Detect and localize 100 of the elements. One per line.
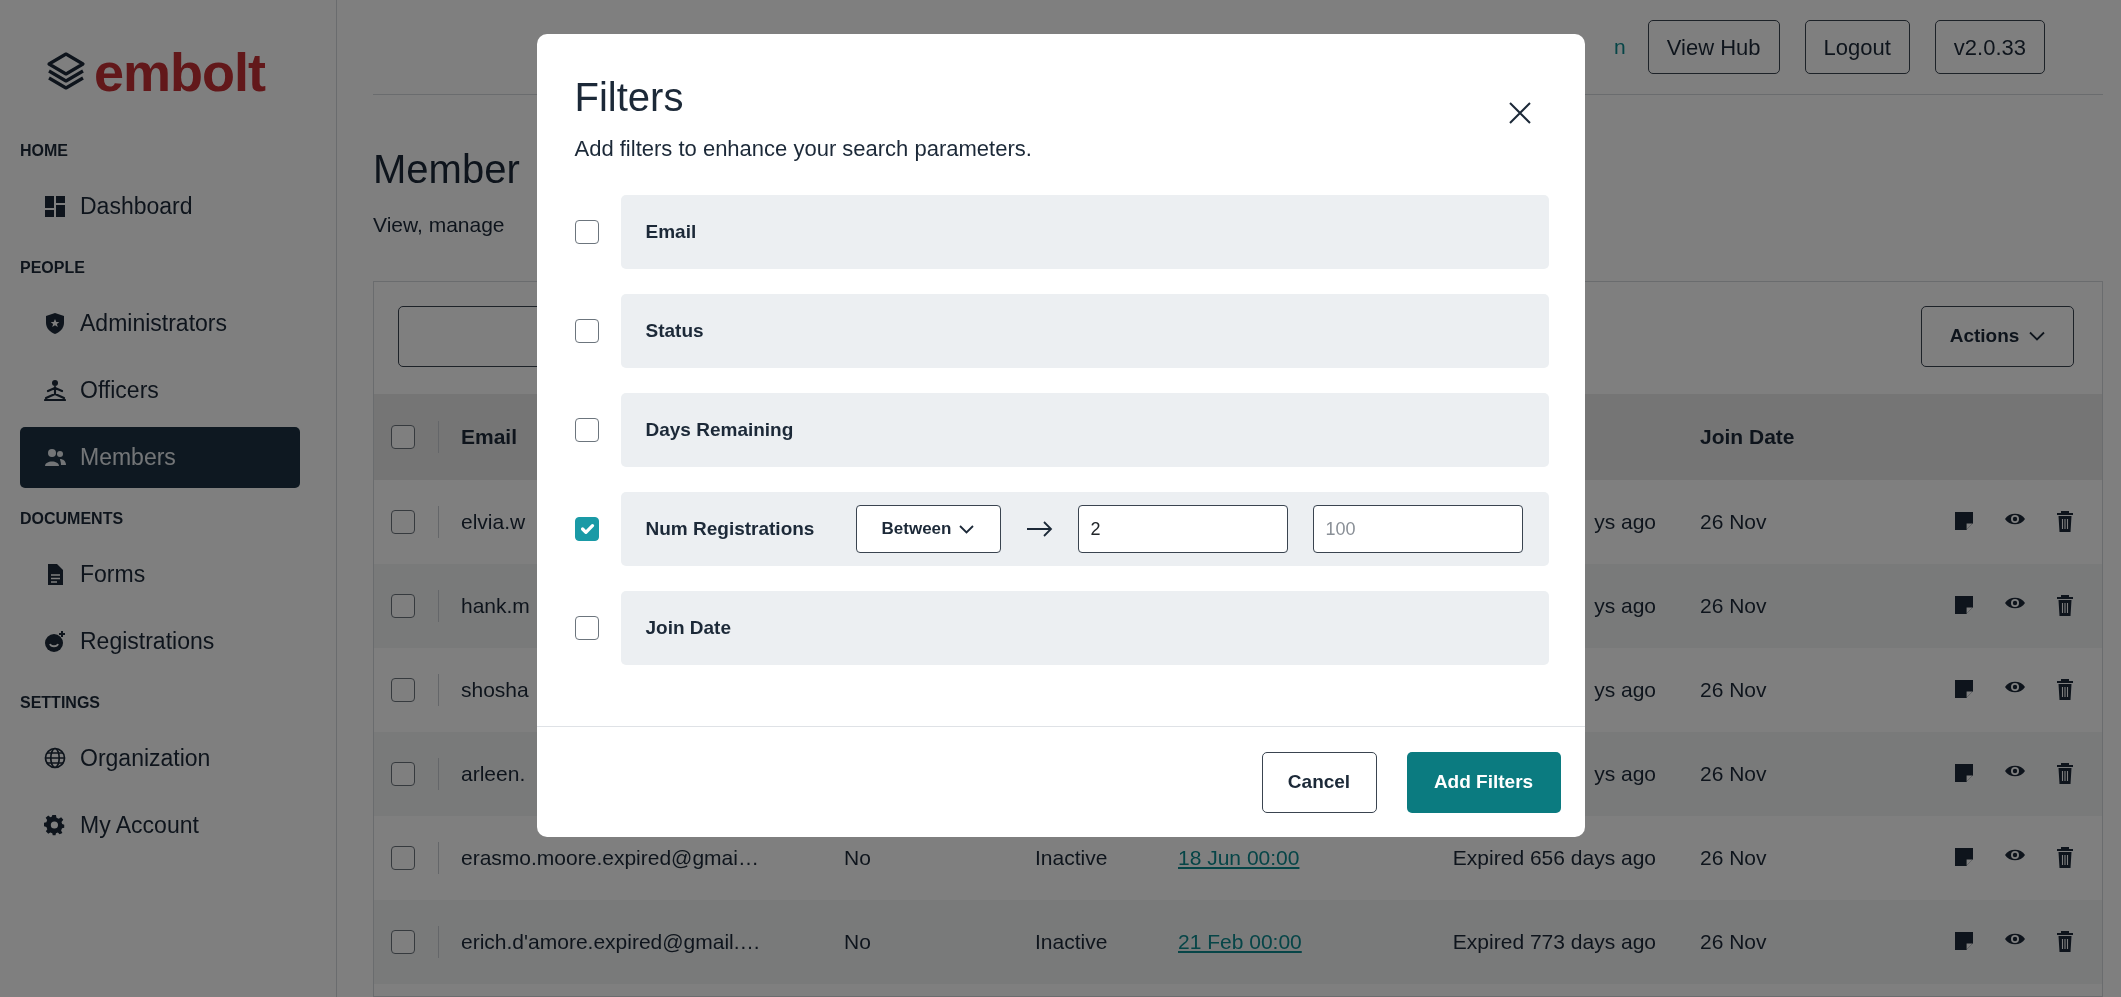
note-icon[interactable] xyxy=(1954,511,1974,531)
expiry-text: ys ago xyxy=(1594,593,1656,617)
row-checkbox[interactable] xyxy=(391,593,415,618)
eye-icon[interactable] xyxy=(2004,763,2026,779)
eye-icon[interactable] xyxy=(2004,595,2026,611)
row-checkbox[interactable] xyxy=(391,677,415,702)
sidebar-item[interactable]: Members xyxy=(20,427,300,488)
logo-text: embolt xyxy=(94,45,265,99)
filter-checkbox[interactable] xyxy=(574,220,599,244)
filter-label: Status xyxy=(645,318,705,343)
eye-icon[interactable] xyxy=(2004,511,2026,527)
dialog-subtitle: Add filters to enhance your search parameters. xyxy=(574,135,1032,163)
status-text: Inactive xyxy=(1035,929,1108,953)
trash-icon[interactable] xyxy=(2056,763,2074,784)
select-all-checkbox[interactable] xyxy=(391,424,415,449)
dialog-title: Filters xyxy=(574,74,684,121)
page-title: Member xyxy=(373,146,520,193)
trash-icon[interactable] xyxy=(2056,679,2074,700)
email-text: erich.d'amore.expired@gmail.… xyxy=(461,929,761,953)
column-header: Join Date xyxy=(1700,424,1795,448)
operator-select[interactable]: Between xyxy=(855,505,1001,553)
date-link[interactable]: 18 Jun 00:00 xyxy=(1178,845,1300,869)
eye-icon[interactable] xyxy=(2004,847,2026,863)
shield-icon xyxy=(44,312,66,335)
join-date-text: 26 Nov xyxy=(1700,761,1767,785)
sidebar-item[interactable]: Registrations xyxy=(20,611,300,672)
sidebar-item[interactable]: Administrators xyxy=(20,293,300,354)
eye-icon[interactable] xyxy=(2004,931,2026,947)
note-icon[interactable] xyxy=(1954,763,1974,783)
filter-checkbox[interactable] xyxy=(574,319,599,343)
expiry-text: Expired 773 days ago xyxy=(1452,929,1656,953)
email-text: shosha xyxy=(461,677,529,701)
close-button[interactable] xyxy=(1506,100,1533,126)
eye-icon[interactable] xyxy=(2004,679,2026,695)
row-checkbox[interactable] xyxy=(391,509,415,534)
status-text: Inactive xyxy=(1035,845,1108,869)
join-date-text: 26 Nov xyxy=(1700,509,1767,533)
expiry-text: ys ago xyxy=(1594,761,1656,785)
note-icon[interactable] xyxy=(1954,679,1974,699)
join-date-text: 26 Nov xyxy=(1700,677,1767,701)
circle-plus-icon xyxy=(44,630,66,653)
email-text: erasmo.moore.expired@gmai… xyxy=(461,845,759,869)
filter-label: Num Registrations xyxy=(645,516,816,541)
row-checkbox[interactable] xyxy=(391,845,415,870)
add-filters-button[interactable]: Add Filters xyxy=(1406,752,1561,813)
cancel-button[interactable]: Cancel xyxy=(1261,752,1377,813)
email-text: elvia.w xyxy=(461,509,526,533)
join-date-text: 26 Nov xyxy=(1700,929,1767,953)
email-text: hank.m xyxy=(461,593,530,617)
arrow-right-icon xyxy=(1025,521,1053,537)
min-field[interactable]: 2 xyxy=(1077,505,1288,553)
sidebar-item[interactable]: My Account xyxy=(20,795,300,856)
filter-checkbox[interactable] xyxy=(574,517,599,541)
chevron-down-icon xyxy=(959,524,975,534)
figure-icon xyxy=(44,379,66,402)
layers-icon xyxy=(46,51,86,93)
join-date-text: 26 Nov xyxy=(1700,593,1767,617)
header-button[interactable]: v2.0.33 xyxy=(1934,20,2045,74)
header-button[interactable]: View Hub xyxy=(1647,20,1780,74)
trash-icon[interactable] xyxy=(2056,511,2074,532)
section-heading: SETTINGS xyxy=(19,693,101,713)
filter-label: Days Remaining xyxy=(645,417,795,442)
column-value: No xyxy=(844,845,871,869)
expiry-text: ys ago xyxy=(1594,509,1656,533)
dashboard-icon xyxy=(44,195,66,218)
filter-label: Email xyxy=(645,219,698,244)
note-icon[interactable] xyxy=(1954,595,1974,615)
page-subtitle: View, manage xyxy=(373,212,505,238)
sidebar-item[interactable]: Dashboard xyxy=(20,176,300,237)
column-header: Email xyxy=(461,424,518,448)
filter-label: Join Date xyxy=(645,615,733,640)
note-icon[interactable] xyxy=(1954,847,1974,867)
trash-icon[interactable] xyxy=(2056,595,2074,616)
column-value: No xyxy=(844,929,871,953)
note-icon[interactable] xyxy=(1954,931,1974,951)
section-heading: HOME xyxy=(19,141,69,161)
settings-icon xyxy=(44,814,66,837)
date-link[interactable]: 21 Feb 00:00 xyxy=(1178,929,1302,953)
join-date-text: 26 Nov xyxy=(1700,845,1767,869)
header-link[interactable]: n xyxy=(1614,31,1626,63)
section-heading: PEOPLE xyxy=(19,258,86,278)
email-text: arleen. xyxy=(461,761,526,785)
row-checkbox[interactable] xyxy=(391,761,415,786)
section-heading: DOCUMENTS xyxy=(19,509,125,529)
globe-icon xyxy=(44,747,66,770)
max-field[interactable]: 100 xyxy=(1312,505,1523,553)
sidebar-item[interactable]: Officers xyxy=(20,360,300,421)
users-icon xyxy=(44,446,66,469)
chevron-down-icon xyxy=(2029,331,2046,341)
filter-checkbox[interactable] xyxy=(574,418,599,442)
sidebar-item[interactable]: Forms xyxy=(20,544,300,605)
header-button[interactable]: Logout xyxy=(1804,20,1910,74)
trash-icon[interactable] xyxy=(2056,931,2074,952)
row-checkbox[interactable] xyxy=(391,929,415,954)
trash-icon[interactable] xyxy=(2056,847,2074,868)
close-icon xyxy=(1506,100,1533,126)
filter-checkbox[interactable] xyxy=(574,616,599,640)
expiry-text: ys ago xyxy=(1594,677,1656,701)
actions-button[interactable]: Actions xyxy=(1921,305,2074,367)
sidebar-item[interactable]: Organization xyxy=(20,728,300,789)
